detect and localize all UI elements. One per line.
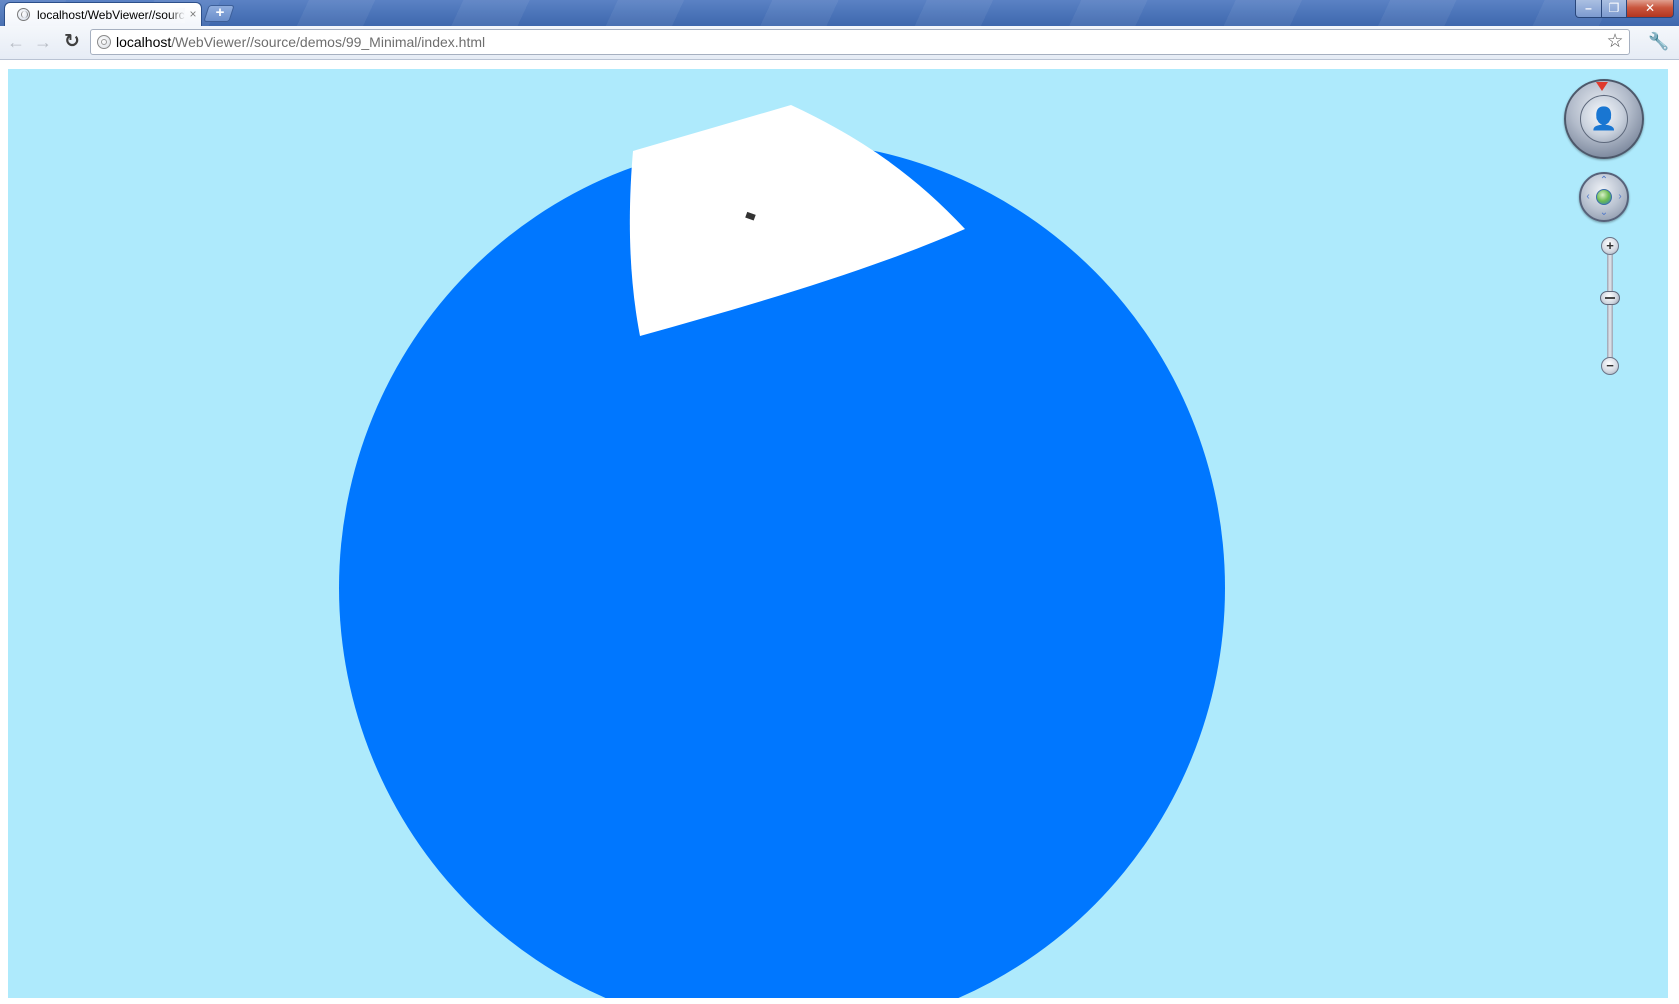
pan-left-arrow-icon[interactable]: ‹	[1583, 192, 1593, 202]
page-info-icon[interactable]	[97, 35, 111, 49]
pan-control[interactable]: ⌃ ⌄ ‹ ›	[1579, 172, 1629, 222]
zoom-slider-thumb[interactable]	[1600, 291, 1620, 305]
pan-up-arrow-icon[interactable]: ⌃	[1599, 176, 1609, 186]
zoom-slider-track[interactable]	[1607, 247, 1613, 371]
forward-arrow-icon[interactable]: →	[32, 31, 54, 53]
window-close-button[interactable]: ✕	[1626, 0, 1674, 18]
url-path: /WebViewer//source/demos/99_Minimal/inde…	[171, 34, 486, 50]
zoom-in-button[interactable]: +	[1601, 237, 1619, 255]
zoom-out-button[interactable]: −	[1601, 357, 1619, 375]
browser-titlebar: localhost/WebViewer//source/demos/99_Min…	[0, 0, 1679, 26]
url-host: localhost	[116, 34, 172, 50]
page-favicon-icon	[17, 8, 30, 21]
window-maximize-button[interactable]: ❐	[1601, 0, 1627, 18]
new-tab-plus-icon: +	[215, 4, 225, 21]
compass-control[interactable]: ⌃ ⌄ ‹ › 👤	[1564, 79, 1644, 159]
north-needle-icon	[1596, 82, 1608, 91]
globe-icon[interactable]	[1596, 189, 1612, 205]
address-bar-url[interactable]: localhost/WebViewer//source/demos/99_Min…	[116, 33, 485, 51]
person-icon: 👤	[1590, 106, 1618, 131]
browser-toolbar: ← → ↻ localhost/WebViewer//source/demos/…	[0, 26, 1679, 60]
back-arrow-icon[interactable]: ←	[5, 31, 27, 53]
globe-viewer-canvas[interactable]: ⌃ ⌄ ‹ › 👤 ⌃ ⌄ ‹ › + −	[8, 69, 1668, 998]
address-bar[interactable]: localhost/WebViewer//source/demos/99_Min…	[90, 29, 1630, 55]
pan-right-arrow-icon[interactable]: ›	[1615, 192, 1625, 202]
pan-down-arrow-icon[interactable]: ⌄	[1599, 208, 1609, 218]
titlebar-decoration	[0, 0, 1679, 26]
page-content: ⌃ ⌄ ‹ › 👤 ⌃ ⌄ ‹ › + −	[0, 60, 1679, 1004]
window-minimize-button[interactable]: –	[1575, 0, 1602, 18]
bookmark-star-icon[interactable]: ☆	[1605, 31, 1625, 53]
reload-icon[interactable]: ↻	[61, 31, 83, 53]
settings-wrench-icon[interactable]: 🔧	[1648, 31, 1670, 53]
tab-active[interactable]: localhost/WebViewer//source/demos/99_Min…	[4, 2, 202, 26]
globe-scene	[339, 105, 1225, 998]
tab-title: localhost/WebViewer//source/demos/99_Min…	[37, 8, 185, 23]
look-around-control[interactable]: 👤	[1580, 95, 1628, 143]
tab-close-icon[interactable]: ×	[187, 7, 199, 21]
